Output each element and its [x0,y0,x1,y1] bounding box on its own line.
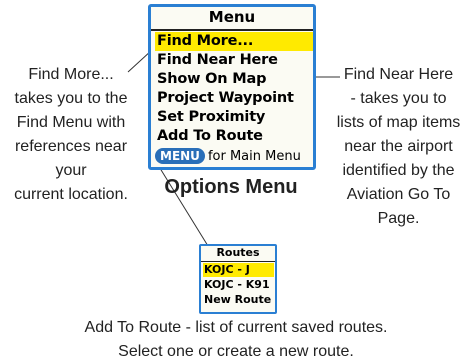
menu-item-find-more[interactable]: Find More... [155,32,313,51]
menu-item-find-near-here[interactable]: Find Near Here [155,51,313,70]
annotation-line: - takes you to [350,90,447,107]
annotation-line: Aviation Go To [346,186,451,203]
annotation-line: takes you to the [14,90,128,107]
annotation-line: near the airport [344,138,453,155]
route-item-new-route[interactable]: New Route [203,293,274,307]
menu-footer: MENU for Main Menu [155,148,313,166]
annotation-line: references near [14,138,128,155]
annotation-line: your [55,162,87,179]
menu-item-show-on-map[interactable]: Show On Map [155,70,313,89]
add-to-route-annotation: Add To Route - list of current saved rou… [40,316,432,364]
routes-screen: Routes KOJC - J KOJC - K91 New Route [199,244,277,314]
annotation-line: Find Near Here [343,66,454,83]
route-item-kojc-k91[interactable]: KOJC - K91 [203,278,274,292]
menu-item-set-proximity[interactable]: Set Proximity [155,108,313,127]
menu-title: Menu [151,7,313,31]
annotation-line: lists of map items [336,114,461,131]
annotation-line: Add To Route - list of current saved rou… [84,319,388,336]
options-menu-caption: Options Menu [164,176,298,198]
annotation-line: Page. [377,210,420,227]
menu-key-icon[interactable]: MENU [155,148,205,164]
annotation-line: Find More... [28,66,114,83]
routes-title: Routes [201,246,275,262]
annotation-line: Find Menu with [16,114,126,131]
annotation-line: identified by the [342,162,455,179]
annotation-line: current location. [14,186,128,203]
find-more-annotation: Find More... takes you to the Find Menu … [0,63,142,207]
route-item-kojc-j[interactable]: KOJC - J [203,263,274,277]
menu-item-project-waypoint[interactable]: Project Waypoint [155,89,313,108]
annotation-line: Select one or create a new route. [118,343,354,360]
menu-item-add-to-route[interactable]: Add To Route [155,127,313,146]
find-near-here-annotation: Find Near Here - takes you to lists of m… [325,63,472,231]
options-menu-screen: Menu Find More... Find Near Here Show On… [148,4,316,170]
menu-footer-text: for Main Menu [207,149,301,164]
